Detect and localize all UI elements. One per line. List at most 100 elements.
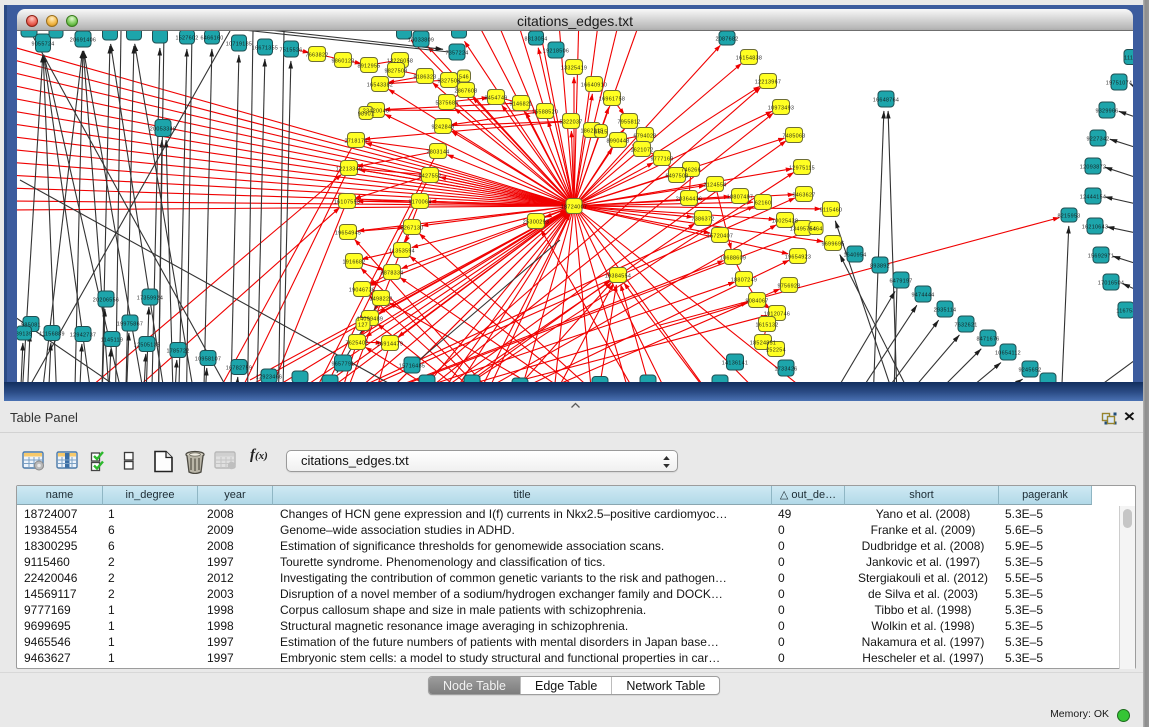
- svg-text:16914479: 16914479: [377, 342, 403, 348]
- svg-text:13226058: 13226058: [387, 59, 413, 65]
- svg-text:10688609: 10688609: [720, 256, 746, 262]
- svg-text:6794028: 6794028: [633, 134, 656, 140]
- svg-text:2867608: 2867608: [454, 89, 477, 95]
- svg-text:14136141: 14136141: [722, 361, 748, 367]
- svg-text:6497508: 6497508: [665, 174, 688, 180]
- svg-text:10654112: 10654112: [995, 351, 1021, 357]
- svg-text:8186323: 8186323: [413, 75, 436, 81]
- svg-text:13325419: 13325419: [561, 66, 587, 72]
- svg-text:7625402: 7625402: [345, 341, 368, 347]
- svg-text:9699695: 9699695: [821, 242, 844, 248]
- svg-text:2718176: 2718176: [344, 139, 367, 145]
- svg-text:8878334: 8878334: [380, 271, 403, 277]
- svg-text:16671355: 16671355: [252, 46, 278, 52]
- svg-text:16648764: 16648764: [873, 98, 899, 104]
- svg-text:9245652: 9245652: [1018, 368, 1041, 374]
- svg-text:20053346: 20053346: [150, 127, 176, 133]
- svg-text:9756928: 9756928: [777, 284, 800, 290]
- svg-text:6479197: 6479197: [889, 279, 912, 285]
- svg-text:9860123: 9860123: [331, 59, 354, 65]
- svg-text:16640910: 16640910: [581, 83, 607, 89]
- svg-text:7386372: 7386372: [691, 217, 714, 223]
- svg-text:9146821: 9146821: [509, 102, 532, 108]
- svg-text:9515: 9515: [594, 130, 607, 136]
- svg-text:6464: 6464: [809, 227, 822, 233]
- svg-text:7515526: 7515526: [279, 48, 302, 54]
- svg-text:9084067: 9084067: [745, 299, 768, 305]
- svg-text:15692971: 15692971: [1088, 254, 1114, 260]
- svg-text:127: 127: [358, 323, 368, 329]
- svg-text:1527602: 1527602: [175, 36, 198, 42]
- svg-text:7632621: 7632621: [954, 323, 977, 329]
- svg-text:19046736: 19046736: [349, 288, 375, 294]
- svg-text:9170064: 9170064: [408, 200, 431, 206]
- svg-text:5375685: 5375685: [435, 101, 458, 107]
- svg-text:20364436: 20364436: [676, 197, 702, 203]
- svg-text:16961758: 16961758: [599, 97, 625, 103]
- svg-text:16543382: 16543382: [367, 83, 393, 89]
- svg-text:546: 546: [459, 75, 469, 81]
- svg-text:9329966: 9329966: [1095, 109, 1118, 115]
- svg-text:16033809: 16033809: [408, 38, 434, 44]
- svg-text:10025438: 10025438: [772, 219, 798, 225]
- svg-text:9463627: 9463627: [792, 193, 815, 199]
- svg-text:12444154: 12444154: [1080, 195, 1106, 201]
- svg-text:18524851: 18524851: [750, 341, 776, 347]
- svg-text:2935114: 2935114: [934, 308, 957, 314]
- svg-text:9827508: 9827508: [384, 69, 407, 75]
- svg-text:11156889: 11156889: [39, 332, 65, 338]
- svg-text:8215953: 8215953: [1057, 214, 1080, 220]
- svg-text:16154838: 16154838: [736, 56, 762, 62]
- svg-text:19218506: 19218506: [543, 49, 569, 55]
- svg-text:11121: 11121: [1124, 56, 1133, 62]
- svg-text:1145119: 1145119: [101, 338, 123, 344]
- svg-text:8267130: 8267130: [400, 226, 423, 232]
- svg-text:10120746: 10120746: [764, 312, 790, 318]
- svg-text:19384554: 19384554: [605, 274, 631, 280]
- svg-text:10958107: 10958107: [195, 357, 221, 363]
- svg-text:3498222: 3498222: [369, 297, 392, 303]
- svg-text:12213349: 12213349: [336, 167, 362, 173]
- svg-text:19975867: 19975867: [117, 322, 143, 328]
- svg-text:1785722: 1785722: [166, 349, 189, 355]
- svg-text:12213967: 12213967: [755, 80, 781, 86]
- svg-text:12942737: 12942737: [70, 333, 96, 339]
- svg-text:9474444: 9474444: [911, 293, 934, 299]
- svg-text:98901: 98901: [358, 112, 375, 118]
- svg-text:16210643: 16210643: [1082, 225, 1108, 231]
- svg-text:9327508: 9327508: [437, 79, 460, 85]
- svg-text:17359924: 17359924: [137, 296, 163, 302]
- svg-text:10719185: 10719185: [226, 42, 252, 48]
- svg-text:9777169: 9777169: [650, 157, 673, 163]
- svg-text:18724007: 18724007: [561, 205, 587, 211]
- svg-text:19751074: 19751074: [1106, 81, 1132, 87]
- svg-text:10807487: 10807487: [727, 195, 753, 201]
- svg-text:62160: 62160: [755, 201, 772, 207]
- svg-text:15716485: 15716485: [399, 364, 425, 370]
- svg-text:12093872: 12093872: [1080, 165, 1106, 171]
- svg-text:12975115: 12975115: [789, 166, 815, 172]
- svg-text:3124554: 3124554: [703, 183, 726, 189]
- svg-text:7663822: 7663822: [305, 53, 328, 59]
- svg-text:116753: 116753: [1116, 309, 1133, 315]
- svg-text:9657791: 9657791: [331, 362, 354, 368]
- svg-text:8990448: 8990448: [606, 139, 629, 145]
- svg-text:19654945: 19654945: [335, 231, 361, 237]
- svg-text:1916682: 1916682: [342, 260, 365, 266]
- svg-text:15720407: 15720407: [707, 234, 733, 240]
- svg-text:16782759: 16782759: [226, 366, 252, 372]
- svg-text:8813054: 8813054: [524, 37, 547, 43]
- svg-text:8912955: 8912955: [357, 64, 380, 70]
- svg-text:1621072: 1621072: [630, 148, 653, 154]
- svg-text:7357224: 7357224: [445, 51, 468, 57]
- svg-text:18807249: 18807249: [731, 278, 757, 284]
- svg-text:39139: 39139: [17, 332, 32, 338]
- svg-text:9115460: 9115460: [820, 208, 843, 214]
- svg-text:1640954: 1640954: [843, 253, 866, 259]
- svg-text:19654923: 19654923: [785, 255, 811, 261]
- svg-text:12505135: 12505135: [134, 343, 160, 349]
- svg-text:8471676: 8471676: [976, 337, 999, 343]
- svg-text:2087682: 2087682: [715, 37, 738, 43]
- svg-text:9227342: 9227342: [1086, 137, 1109, 143]
- svg-text:20691406: 20691406: [70, 38, 96, 44]
